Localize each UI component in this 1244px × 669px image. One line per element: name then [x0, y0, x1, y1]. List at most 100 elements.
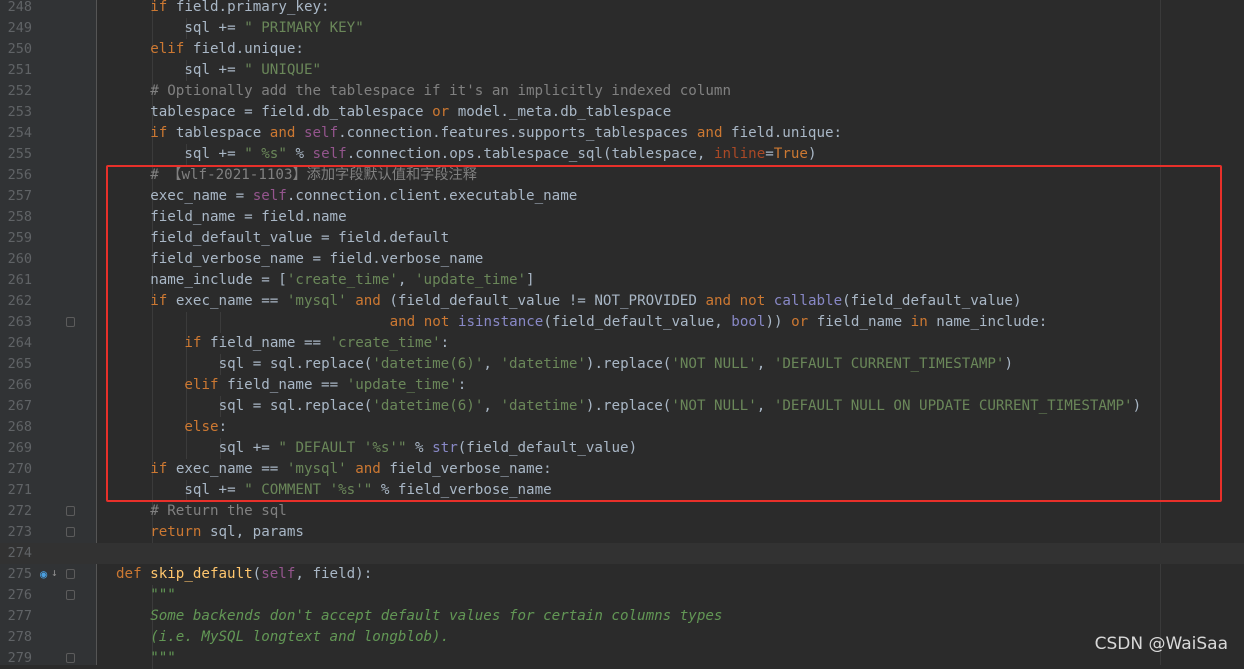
- fold-marker-icon[interactable]: [66, 653, 75, 663]
- fold-marker-icon[interactable]: [66, 317, 75, 327]
- line-number: 276: [7, 587, 32, 603]
- code-line[interactable]: 274: [0, 543, 1244, 564]
- code-line[interactable]: 254 if tablespace and self.connection.fea…: [0, 123, 1244, 144]
- code-token: =: [765, 146, 774, 162]
- code-line[interactable]: 273 return sql, params: [0, 522, 1244, 543]
- code-line[interactable]: 264 if field_name == 'create_time':: [0, 333, 1244, 354]
- code-text: """: [150, 648, 176, 669]
- code-token: tablespace = field.db_tablespace: [150, 104, 433, 120]
- code-token: self: [252, 188, 287, 204]
- code-token: %: [406, 440, 433, 456]
- code-line[interactable]: 258 field_name = field.name: [0, 207, 1244, 228]
- code-text: field_name = field.name: [150, 207, 346, 228]
- code-token: if: [150, 461, 168, 477]
- code-token: (field_default_value != NOT_PROVIDED: [380, 293, 706, 309]
- line-number: 248: [7, 0, 32, 15]
- code-text: Some backends don't accept default value…: [150, 606, 722, 627]
- code-token: not: [739, 293, 766, 309]
- code-line[interactable]: 270 if exec_name == 'mysql' and field_ver…: [0, 459, 1244, 480]
- code-line[interactable]: 262 if exec_name == 'mysql' and (field_de…: [0, 291, 1244, 312]
- line-number: 271: [7, 482, 32, 498]
- code-line[interactable]: 260 field_verbose_name = field.verbose_na…: [0, 249, 1244, 270]
- code-token: , field):: [295, 566, 373, 582]
- code-line[interactable]: 250 elif field.unique:: [0, 39, 1244, 60]
- line-number: 278: [7, 629, 32, 645]
- code-line[interactable]: 266 elif field_name == 'update_time':: [0, 375, 1244, 396]
- fold-marker-icon[interactable]: [66, 569, 75, 579]
- indent-guide: [186, 354, 188, 375]
- code-token: (field_default_value): [457, 440, 638, 456]
- code-line[interactable]: 252 # Optionally add the tablespace if it…: [0, 81, 1244, 102]
- code-line[interactable]: 257 exec_name = self.connection.client.ex…: [0, 186, 1244, 207]
- line-number: 273: [7, 524, 32, 540]
- line-number: 258: [7, 209, 32, 225]
- code-token: not: [423, 314, 450, 330]
- code-token: in: [910, 314, 928, 330]
- code-line[interactable]: 251 sql += " UNIQUE": [0, 60, 1244, 81]
- indent-guide: [152, 312, 153, 333]
- indent-guide: [186, 312, 188, 333]
- code-line[interactable]: 265 sql = sql.replace('datetime(6)', 'dat…: [0, 354, 1244, 375]
- code-token: """: [150, 587, 176, 603]
- code-line[interactable]: 271 sql += " COMMENT '%s'" % field_verbos…: [0, 480, 1244, 501]
- line-number: 251: [7, 62, 32, 78]
- code-token: " DEFAULT '%s'": [278, 440, 407, 456]
- fold-marker-icon[interactable]: [66, 527, 75, 537]
- code-token: # Optionally add the tablespace if it's …: [150, 83, 732, 99]
- code-token: ,: [756, 398, 774, 414]
- code-token: name_include = [: [150, 272, 287, 288]
- code-token: exec_name =: [150, 188, 253, 204]
- watermark-text: CSDN @WaiSaa: [1094, 634, 1228, 654]
- code-token: " COMMENT '%s'": [244, 482, 373, 498]
- code-line[interactable]: 248 if field.primary_key:: [0, 0, 1244, 18]
- code-token: ): [1004, 356, 1014, 372]
- code-line[interactable]: 275 ◉ ↓ def skip_default(self, field):: [0, 564, 1244, 585]
- code-line[interactable]: 261 name_include = ['create_time', 'updat…: [0, 270, 1244, 291]
- line-number: 265: [7, 356, 32, 372]
- fold-marker-icon[interactable]: [66, 506, 75, 516]
- code-line[interactable]: 267 sql = sql.replace('datetime(6)', 'dat…: [0, 396, 1244, 417]
- code-token: and: [355, 293, 381, 309]
- code-token: 'update_time': [346, 377, 458, 393]
- code-editor[interactable]: 248 if field.primary_key: 249 sql += " PRIM…: [0, 0, 1244, 669]
- code-token: self: [303, 125, 339, 141]
- code-line[interactable]: 276 """: [0, 585, 1244, 606]
- code-token: ).replace(: [585, 398, 672, 414]
- code-token: sql +=: [218, 440, 279, 456]
- fold-marker-icon[interactable]: [66, 590, 75, 600]
- code-line[interactable]: 263 and not isinstance(field_default_valu…: [0, 312, 1244, 333]
- indent-guide: [152, 396, 153, 417]
- code-line[interactable]: 278 (i.e. MySQL longtext and longblob).: [0, 627, 1244, 648]
- code-token: # Return the sql: [150, 503, 287, 519]
- code-token: self: [312, 146, 347, 162]
- code-token: % field_verbose_name: [372, 482, 552, 498]
- code-token: # 【wlf-2021-1103】添加字段默认值和字段注释: [150, 167, 477, 183]
- code-token: (i.e. MySQL longtext and longblob).: [150, 629, 450, 645]
- code-token: if: [150, 125, 168, 141]
- code-line[interactable]: 253 tablespace = field.db_tablespace or m…: [0, 102, 1244, 123]
- code-token: 'NOT NULL': [671, 356, 757, 372]
- code-token: True: [773, 146, 808, 162]
- code-token: or: [432, 104, 450, 120]
- code-line[interactable]: 259 field_default_value = field.default: [0, 228, 1244, 249]
- code-token: (field_default_value): [842, 293, 1022, 309]
- code-token: field.unique:: [722, 125, 843, 141]
- code-line[interactable]: 279 """: [0, 648, 1244, 669]
- code-line[interactable]: 256 # 【wlf-2021-1103】添加字段默认值和字段注释: [0, 165, 1244, 186]
- code-line[interactable]: 272 # Return the sql: [0, 501, 1244, 522]
- code-text: sql += " COMMENT '%s'" % field_verbose_n…: [184, 480, 551, 501]
- line-number: 266: [7, 377, 32, 393]
- code-text: sql = sql.replace('datetime(6)', 'dateti…: [219, 396, 1142, 417]
- code-line[interactable]: 249 sql += " PRIMARY KEY": [0, 18, 1244, 39]
- code-text: def skip_default(self, field):: [116, 564, 372, 585]
- code-line[interactable]: 277 Some backends don't accept default va…: [0, 606, 1244, 627]
- code-line[interactable]: 268 else:: [0, 417, 1244, 438]
- code-line[interactable]: 255 sql += " %s" % self.connection.ops.ta…: [0, 144, 1244, 165]
- code-token: elif: [150, 41, 185, 57]
- code-token: def: [116, 566, 142, 582]
- code-token: ,: [397, 272, 415, 288]
- code-token: exec_name ==: [167, 461, 287, 477]
- code-line[interactable]: 269 sql += " DEFAULT '%s'" % str(field_de…: [0, 438, 1244, 459]
